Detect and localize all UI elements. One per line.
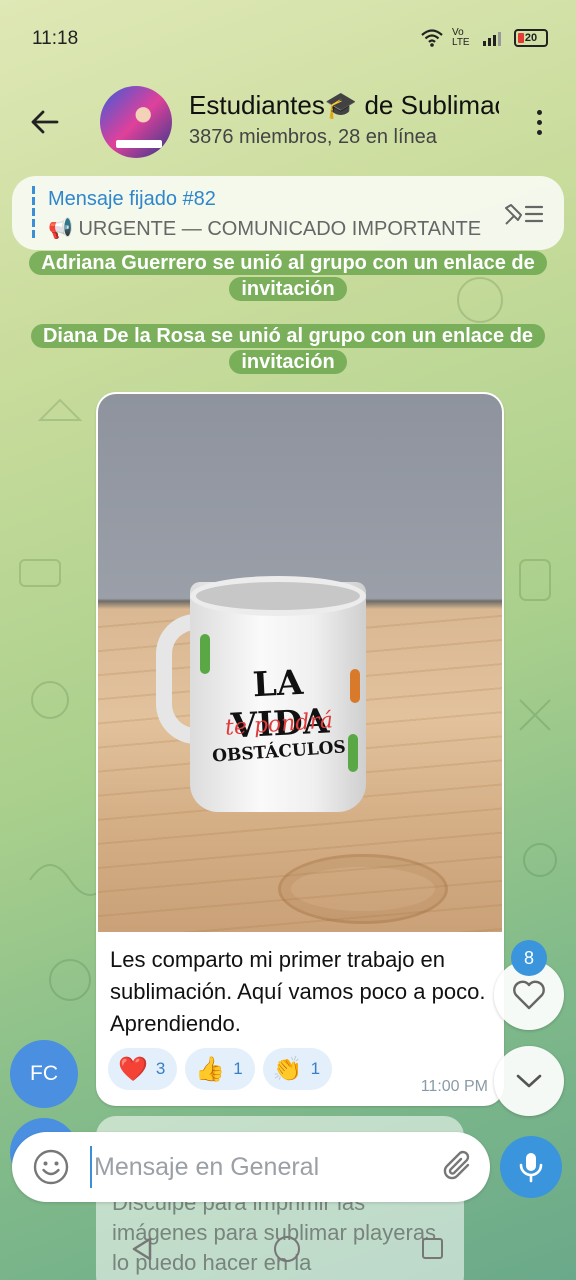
message-time: 11:00 PM	[420, 1078, 488, 1095]
pinned-text: 📢 URGENTE — COMUNICADO IMPORTANTE	[48, 218, 482, 240]
status-icons: Vo LTE 20	[420, 28, 548, 48]
back-arrow-icon	[31, 110, 59, 134]
unpin-list-icon[interactable]	[502, 198, 546, 228]
reaction-clap[interactable]: 👏 1	[262, 1048, 333, 1090]
message-input[interactable]	[90, 1146, 420, 1188]
clap-emoji: 👏	[272, 1055, 303, 1083]
chat-header: Estudiantes🎓 de Sublimación 3876 miembro…	[0, 80, 576, 164]
emoji-icon[interactable]	[32, 1148, 70, 1186]
battery-level: 20	[524, 32, 538, 44]
reaction-count: 3	[155, 1059, 166, 1078]
paperclip-icon[interactable]	[440, 1148, 478, 1186]
reaction-count: 1	[233, 1059, 243, 1078]
group-title[interactable]: Estudiantes🎓 de Sublimación	[189, 90, 499, 121]
like-count-badge: 8	[511, 940, 547, 976]
nav-back-icon[interactable]	[130, 1236, 154, 1262]
nav-home-icon[interactable]	[274, 1236, 300, 1262]
message-text: Les comparto mi primer trabajo en sublim…	[110, 947, 486, 1036]
sender-avatar[interactable]: FC	[10, 1040, 78, 1108]
reaction-thumbs-up[interactable]: 👍 1	[185, 1048, 255, 1090]
voice-record-button[interactable]	[500, 1136, 562, 1198]
group-member-count: 3876 miembros, 28 en línea	[189, 126, 437, 148]
network-label: Vo LTE	[452, 27, 470, 48]
battery-icon: 20	[514, 29, 548, 47]
message-composer	[12, 1132, 490, 1202]
reactions: ❤️ 3 👍 1 👏 1	[108, 1048, 333, 1090]
pinned-indicator	[32, 186, 35, 240]
more-options-button[interactable]	[524, 102, 554, 142]
status-time: 11:18	[32, 28, 79, 49]
more-vert-icon	[536, 109, 542, 115]
reaction-heart[interactable]: ❤️ 3	[108, 1048, 178, 1090]
group-avatar[interactable]	[100, 86, 172, 158]
reaction-count: 1	[310, 1059, 321, 1078]
message-bubble[interactable]: LA VIDA te pondrá OBSTÁCULOS Les compart…	[96, 392, 504, 1106]
chevron-down-icon	[516, 1074, 542, 1088]
back-button[interactable]	[24, 102, 64, 142]
service-message: Adriana Guerrero se unió al grupo con un…	[18, 250, 558, 302]
pinned-title: Mensaje fijado #82	[48, 188, 216, 210]
thumbs-up-emoji: 👍	[195, 1055, 226, 1083]
signal-icon	[483, 32, 501, 46]
microphone-icon	[519, 1153, 543, 1183]
heart-outline-icon	[513, 980, 545, 1010]
heart-emoji: ❤️	[118, 1055, 148, 1083]
status-bar: 11:18 Vo LTE 20	[0, 0, 576, 80]
system-nav-bar	[0, 1222, 576, 1280]
nav-recents-icon[interactable]	[422, 1238, 443, 1259]
pinned-message-bar[interactable]: Mensaje fijado #82 📢 URGENTE — COMUNICAD…	[12, 176, 564, 250]
service-message: Diana De la Rosa se unió al grupo con un…	[18, 323, 558, 375]
message-photo[interactable]: LA VIDA te pondrá OBSTÁCULOS	[98, 394, 502, 932]
wifi-icon	[421, 29, 443, 47]
scroll-down-button[interactable]	[494, 1046, 564, 1116]
